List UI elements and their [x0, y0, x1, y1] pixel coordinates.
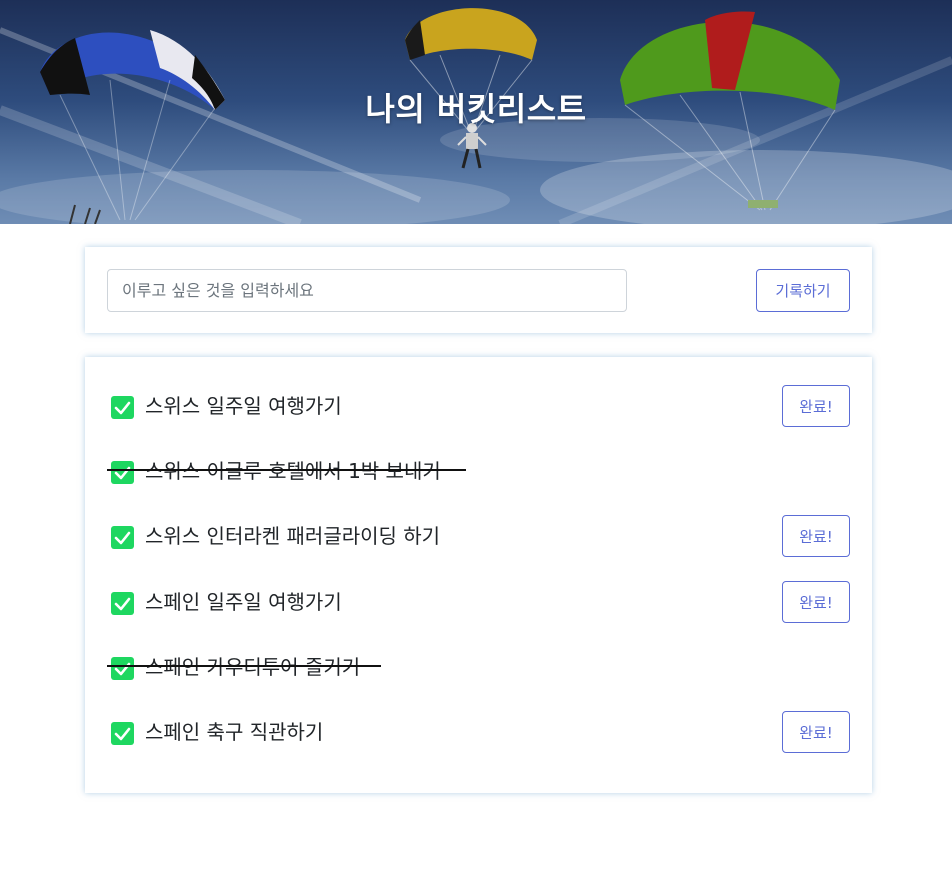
list-item-completed: 스위스 이글루 호텔에서 1박 보내기	[85, 450, 872, 492]
done-button[interactable]: 완료!	[782, 581, 850, 623]
bucket-list-card: 스위스 일주일 여행가기 완료! 스위스 이글루 호텔에서 1박 보내기 스위스…	[85, 357, 872, 793]
list-item-text: 스위스 일주일 여행가기	[145, 394, 342, 418]
checkbox-checked-icon[interactable]	[111, 526, 134, 549]
done-button[interactable]: 완료!	[782, 385, 850, 427]
list-item: 스페인 일주일 여행가기 완료!	[85, 581, 872, 623]
list-item-text: 스페인 일주일 여행가기	[145, 590, 342, 614]
page-title: 나의 버킷리스트	[365, 90, 587, 128]
strikethrough-line	[107, 665, 381, 667]
record-button[interactable]: 기록하기	[756, 269, 850, 312]
list-item: 스페인 축구 직관하기 완료!	[85, 711, 872, 753]
list-item: 스위스 일주일 여행가기 완료!	[85, 385, 872, 427]
done-button[interactable]: 완료!	[782, 515, 850, 557]
goal-input[interactable]	[107, 269, 627, 312]
list-item-text: 스위스 이글루 호텔에서 1박 보내기	[145, 459, 441, 483]
checkbox-checked-icon[interactable]	[111, 461, 134, 484]
list-item: 스위스 인터라켄 패러글라이딩 하기 완료!	[85, 515, 872, 557]
list-item-text: 스페인 축구 직관하기	[145, 720, 324, 744]
done-button[interactable]: 완료!	[782, 711, 850, 753]
list-item-text: 스페인 가우디투어 즐기기	[145, 655, 361, 679]
strikethrough-line	[107, 469, 466, 471]
list-item-text: 스위스 인터라켄 패러글라이딩 하기	[145, 524, 441, 548]
checkbox-checked-icon[interactable]	[111, 722, 134, 745]
checkbox-checked-icon[interactable]	[111, 657, 134, 680]
hero-banner: 나의 버킷리스트	[0, 0, 952, 224]
list-item-completed: 스페인 가우디투어 즐기기	[85, 646, 872, 688]
checkbox-checked-icon[interactable]	[111, 592, 134, 615]
add-goal-card: 기록하기	[85, 247, 872, 333]
checkbox-checked-icon[interactable]	[111, 396, 134, 419]
